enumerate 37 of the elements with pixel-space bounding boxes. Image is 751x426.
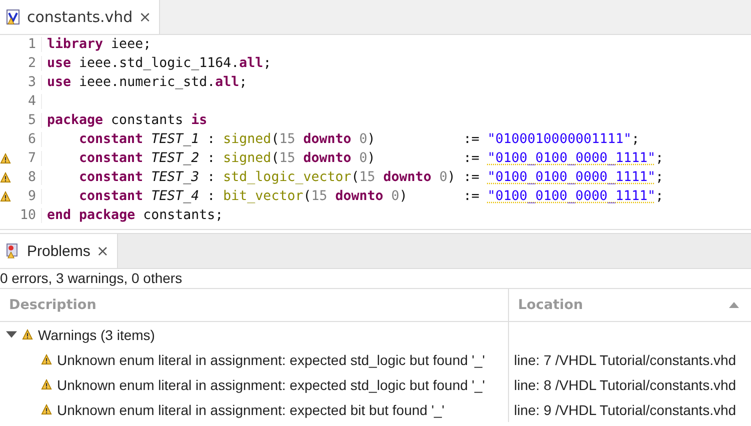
close-icon[interactable]: × (96, 242, 109, 260)
code-line: constant TEST_3 : std_logic_vector(15 downto 0) := "0100_0100_0000_1111"; (78, 170, 664, 185)
code-line: constant TEST_4 : bit_vector(15 downto 0) := "0100_0100_0000_1111"; (78, 189, 664, 204)
close-icon[interactable]: × (138, 8, 152, 26)
line-number: 6 (12, 132, 42, 147)
code-line: constant TEST_1 : signed(15 downto 0) := "0100010000001111"; (78, 132, 640, 147)
problem-description[interactable]: Unknown enum literal in assignment: expected bit but found '_' (57, 402, 444, 418)
collapse-arrow-icon[interactable] (6, 329, 17, 340)
problem-location[interactable]: line: 7 /VHDL Tutorial/constants.vhd (514, 352, 736, 368)
file-tab[interactable]: constants.vhd × (0, 0, 160, 34)
code-line: package constants is (47, 113, 208, 128)
line-number: 8 (12, 170, 42, 185)
problem-location[interactable]: line: 9 /VHDL Tutorial/constants.vhd (514, 402, 736, 418)
line-number: 9 (12, 189, 42, 204)
warning-icon (41, 379, 52, 390)
code-line: use ieee.std_logic_1164.all; (47, 56, 272, 71)
warning-icon (22, 329, 33, 340)
code-line: constant TEST_2 : signed(15 downto 0) := "0100_0100_0000_1111"; (78, 151, 664, 166)
line-number: 10 (12, 208, 42, 223)
line-number: 5 (12, 113, 42, 128)
line-number: 2 (12, 56, 42, 71)
warning-icon (41, 354, 52, 365)
code-line: use ieee.numeric_std.all; (47, 75, 248, 90)
code-line: library ieee; (47, 37, 152, 52)
group-label[interactable]: Warnings (3 items) (38, 326, 155, 342)
problems-summary: 0 errors, 3 warnings, 0 others (0, 269, 751, 289)
problem-description[interactable]: Unknown enum literal in assignment: expected std_logic but found '_' (57, 376, 485, 392)
warning-icon (41, 404, 52, 415)
line-number: 1 (12, 37, 42, 52)
problem-description[interactable]: Unknown enum literal in assignment: expected std_logic but found '_' (57, 352, 485, 368)
vhdl-file-warning-icon (5, 9, 21, 25)
code-line: end package constants; (47, 208, 224, 223)
line-number: 4 (12, 94, 42, 109)
problem-location[interactable]: line: 8 /VHDL Tutorial/constants.vhd (514, 376, 736, 392)
line-number: 3 (12, 75, 42, 90)
problems-tab[interactable]: Problems × (0, 234, 118, 268)
line-number: 7 (12, 151, 42, 166)
